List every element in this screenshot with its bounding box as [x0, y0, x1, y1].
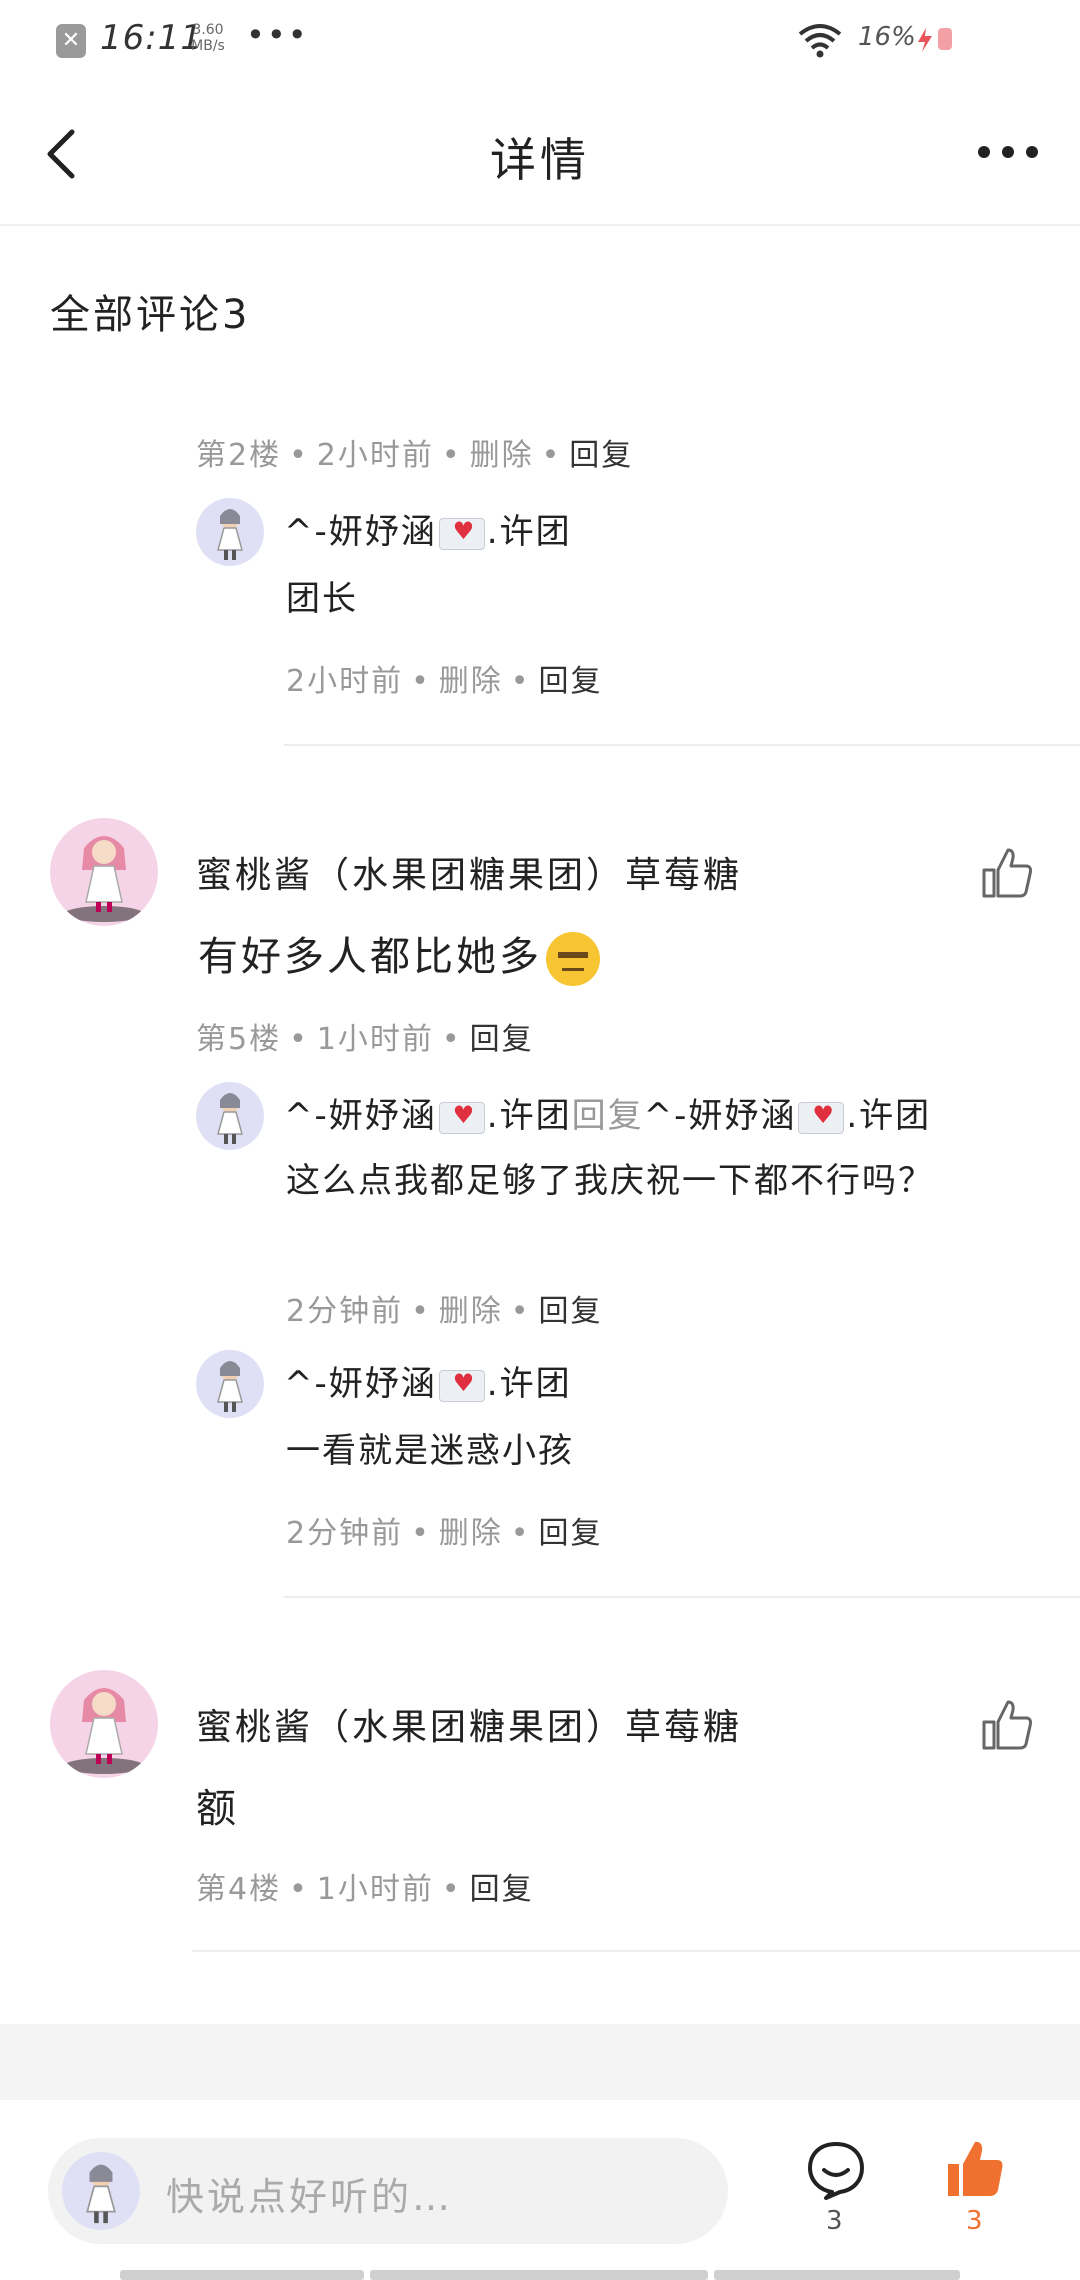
gesture-bar-segment [714, 2270, 960, 2280]
notification-close-icon: ✕ [56, 24, 86, 58]
reply-link[interactable]: 回复 [539, 1516, 603, 1551]
reply-meta: 2分钟前 • 删除 • 回复 [286, 1516, 603, 1551]
reply-text: 团长 [286, 579, 358, 619]
love-letter-icon [438, 1101, 485, 1134]
reply-link[interactable]: 回复 [539, 1294, 603, 1329]
author-name-text: ^-妍妤涵 [284, 1096, 437, 1136]
more-options-icon[interactable] [976, 142, 1040, 162]
bottom-input-bar: 快说点好听的… 3 3 [0, 2100, 1080, 2280]
reply-target-suffix: .许团 [846, 1096, 932, 1136]
top-app-bar: 详情 [0, 80, 1080, 226]
avatar[interactable] [50, 818, 158, 926]
delete-link[interactable]: 删除 [439, 1294, 503, 1329]
reply-author-name[interactable]: ^-妍妤涵.许团回复^-妍妤涵.许团 [284, 1088, 931, 1137]
time-label: 2小时前 [316, 438, 434, 473]
comment-text-body: 有好多人都比她多 [198, 934, 542, 980]
reply-meta: 2小时前 • 删除 • 回复 [286, 664, 603, 699]
love-letter-icon [798, 1101, 845, 1134]
avatar [62, 2152, 140, 2230]
floor-label: 第5楼 [196, 1022, 282, 1057]
comment-author-name[interactable]: 蜜桃酱（水果团糖果团）草莓糖 [196, 1698, 742, 1750]
divider [284, 1596, 1080, 1598]
comment-text: 有好多人都比她多 [198, 924, 600, 986]
reply-link[interactable]: 回复 [569, 438, 633, 473]
delete-link[interactable]: 删除 [439, 1516, 503, 1551]
avatar[interactable] [196, 1082, 264, 1150]
battery-percent: 16% [858, 22, 916, 52]
thumbs-up-filled-icon[interactable] [944, 2138, 1006, 2200]
list-end-spacer [0, 2024, 1080, 2100]
author-name-suffix: .许团 [486, 1364, 572, 1404]
love-letter-icon [438, 1369, 485, 1402]
comment-input[interactable]: 快说点好听的… [48, 2138, 728, 2244]
status-more-icon: ••• [246, 16, 309, 54]
network-speed: 3.60 MB/s [186, 22, 230, 54]
reply-text: 这么点我都足够了我庆祝一下都不行吗？ [286, 1161, 934, 1201]
reply-link[interactable]: 回复 [470, 1872, 534, 1907]
delete-link[interactable]: 删除 [439, 664, 503, 699]
reply-link[interactable]: 回复 [470, 1022, 534, 1057]
love-letter-icon [438, 517, 485, 550]
time-label: 2小时前 [286, 664, 404, 699]
floor-label: 第2楼 [196, 438, 282, 473]
avatar-figure-icon [217, 1093, 243, 1144]
comment-meta-floor-4: 第4楼 • 1小时前 • 回复 [196, 1872, 534, 1907]
avatar-figure-icon [217, 1361, 243, 1412]
network-speed-value: 3.60 [192, 22, 224, 38]
avatar-figure-icon [217, 509, 243, 560]
comment-author-name[interactable]: 蜜桃酱（水果团糖果团）草莓糖 [196, 846, 742, 898]
divider [192, 1950, 1080, 1952]
like-count: 3 [966, 2206, 983, 2236]
author-name-suffix: .许团 [486, 512, 572, 552]
battery-charging-icon [918, 28, 952, 52]
gesture-bar-segment [370, 2270, 708, 2280]
comment-meta-floor-2: 第2楼 • 2小时前 • 删除 • 回复 [196, 438, 634, 473]
divider [284, 744, 1080, 746]
time-label: 1小时前 [316, 1872, 434, 1907]
reply-meta: 2分钟前 • 删除 • 回复 [286, 1294, 603, 1329]
time-label: 2分钟前 [286, 1294, 404, 1329]
comment-count: 3 [826, 2206, 843, 2236]
input-placeholder: 快说点好听的… [166, 2175, 454, 2219]
network-speed-unit: MB/s [191, 38, 225, 54]
reply-text: 一看就是迷惑小孩 [286, 1431, 574, 1471]
reply-link[interactable]: 回复 [539, 664, 603, 699]
time-label: 1小时前 [316, 1022, 434, 1057]
page-title: 详情 [490, 133, 590, 187]
avatar[interactable] [50, 1670, 158, 1778]
expressionless-face-icon [546, 932, 600, 986]
avatar-figure-icon [64, 836, 144, 922]
avatar-figure-icon [64, 1688, 144, 1774]
avatar[interactable] [196, 1350, 264, 1418]
reply-target-name: ^-妍妤涵 [643, 1096, 797, 1136]
avatar-figure-icon [86, 2164, 116, 2224]
comment-bubble-icon[interactable] [806, 2140, 866, 2200]
status-bar: ✕ 16:11 3.60 MB/s ••• 16% [0, 0, 1080, 80]
time-label: 2分钟前 [286, 1516, 404, 1551]
author-name-text: ^-妍妤涵 [284, 1364, 437, 1404]
comment-meta-floor-5: 第5楼 • 1小时前 • 回复 [196, 1022, 534, 1057]
gesture-bar-segment [120, 2270, 364, 2280]
all-comments-heading: 全部评论3 [50, 292, 251, 338]
wifi-icon [798, 24, 842, 58]
delete-link[interactable]: 删除 [470, 438, 534, 473]
avatar[interactable] [196, 498, 264, 566]
reply-author-name[interactable]: ^-妍妤涵 .许团 [284, 1356, 572, 1405]
reply-to-word: 回复 [571, 1096, 644, 1136]
author-name-suffix: .许团 [486, 1096, 572, 1136]
floor-label: 第4楼 [196, 1872, 282, 1907]
comment-text: 额 [196, 1786, 239, 1832]
thumbs-up-icon[interactable] [980, 1698, 1034, 1752]
author-name-text: ^-妍妤涵 [284, 512, 437, 552]
reply-author-name[interactable]: ^-妍妤涵 .许团 [284, 504, 572, 553]
thumbs-up-icon[interactable] [980, 846, 1034, 900]
